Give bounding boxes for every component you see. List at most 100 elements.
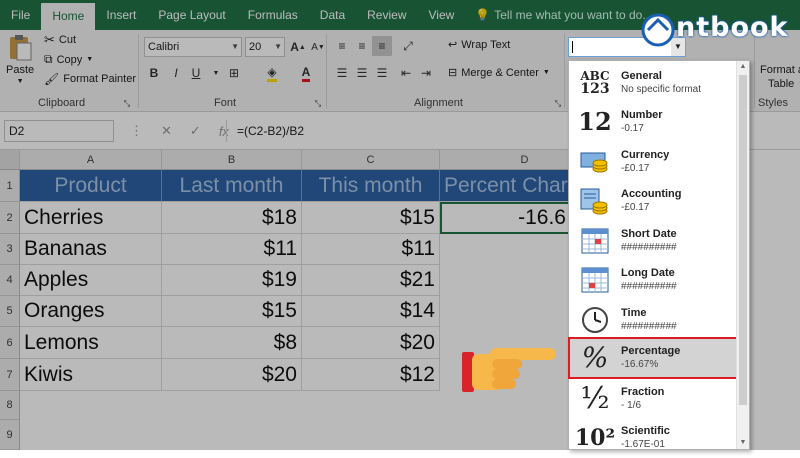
table-cell[interactable]: $20 [302,327,440,359]
select-all-corner[interactable] [0,150,20,170]
orientation-icon[interactable]: ⤢ [398,36,418,56]
chevron-down-icon: ▼ [274,42,282,51]
table-cell[interactable]: $11 [302,234,440,265]
table-cell[interactable]: $12 [302,359,440,391]
menu-item-currency[interactable]: Currency -£0.17 [569,142,737,182]
text-caret [572,41,573,53]
table-cell[interactable]: Apples [20,265,162,296]
column-header[interactable]: C [302,150,440,170]
format-as-table-button[interactable]: Format a [760,64,800,76]
row-header[interactable]: 5 [0,296,20,327]
tab-file[interactable]: File [0,0,41,30]
align-right-icon[interactable]: ☰ [372,63,392,83]
table-cell[interactable]: $21 [302,265,440,296]
tab-insert[interactable]: Insert [95,0,147,30]
row-header[interactable]: 3 [0,234,20,265]
table-cell[interactable]: $14 [302,296,440,327]
clipboard-group-label: Clipboard [38,97,86,109]
wrap-icon: ↩ [448,39,458,51]
column-header[interactable]: A [20,150,162,170]
align-middle-icon[interactable]: ≡ [352,36,372,56]
wrap-text-button[interactable]: ↩ Wrap Text [448,38,510,52]
font-name-select[interactable]: Calibri ▼ [144,37,242,57]
table-cell[interactable]: Oranges [20,296,162,327]
menu-item-accounting[interactable]: Accounting -£0.17 [569,181,737,221]
chevron-down-icon[interactable]: ▼ [206,63,226,83]
tab-home[interactable]: Home [41,3,96,30]
tab-page-layout[interactable]: Page Layout [147,0,236,30]
fill-color-icon[interactable]: ◈ [262,63,282,83]
row-header[interactable]: 2 [0,202,20,234]
menu-item-scientific[interactable]: 10² Scientific -1.67E-01 [569,418,737,458]
merge-center-button[interactable]: ⊟ Merge & Center ▼ [448,66,550,80]
table-cell[interactable]: $18 [162,202,302,234]
row-header[interactable]: 7 [0,359,20,391]
table-cell[interactable]: $15 [162,296,302,327]
dialog-launcher-icon[interactable]: ⤡ [117,94,137,114]
row-header[interactable]: 1 [0,170,20,202]
lightbulb-icon: 💡 [475,8,491,22]
align-left-icon[interactable]: ☰ [332,63,352,83]
table-cell[interactable]: Cherries [20,202,162,234]
underline-button[interactable]: U [186,63,206,83]
copy-button[interactable]: ⧉ Copy ▼ [44,52,93,67]
font-color-icon[interactable]: A [296,63,316,83]
menu-item-percentage[interactable]: % Percentage -16.67% [568,337,738,379]
font-size-select[interactable]: 20 ▼ [245,37,285,57]
table-cell[interactable]: Lemons [20,327,162,359]
alignment-group-label: Alignment [414,97,463,109]
table-header-cell[interactable]: This month [302,170,440,202]
table-cell[interactable]: $8 [162,327,302,359]
name-box[interactable]: D2 [4,120,114,142]
tab-review[interactable]: Review [356,0,417,30]
menu-item-long-date[interactable]: Long Date ########## [569,260,737,300]
menu-item-fraction[interactable]: ½ Fraction - 1/6 [569,379,737,419]
increase-indent-icon[interactable]: ⇥ [416,63,436,83]
scroll-up-icon[interactable]: ▲ [737,61,749,73]
dialog-launcher-icon[interactable]: ⤡ [308,94,328,114]
row-header[interactable]: 9 [0,420,20,450]
decrease-indent-icon[interactable]: ⇤ [396,63,416,83]
align-top-icon[interactable]: ≡ [332,36,352,56]
table-header-cell[interactable]: Product [20,170,162,202]
table-cell[interactable]: $19 [162,265,302,296]
tab-view[interactable]: View [418,0,466,30]
menu-item-general[interactable]: ABC 123 General No specific format [569,63,737,103]
cut-button[interactable]: ✂ Cut [44,32,76,48]
dialog-launcher-icon[interactable]: ⤡ [548,94,568,114]
shrink-font-icon[interactable]: A ▼ [308,37,328,57]
menu-item-time[interactable]: Time ########## [569,300,737,340]
table-cell[interactable]: $15 [302,202,440,234]
menu-item-number[interactable]: 12 Number -0.17 [569,102,737,142]
format-painter-button[interactable]: 🖌 Format Painter [44,72,136,86]
tab-formulas[interactable]: Formulas [237,0,309,30]
row-header[interactable]: 6 [0,327,20,359]
borders-icon[interactable]: ⊞ [224,63,244,83]
align-bottom-icon[interactable]: ≡ [372,36,392,56]
table-cell[interactable]: $20 [162,359,302,391]
bold-button[interactable]: B [144,63,164,83]
row-header[interactable]: 4 [0,265,20,296]
paste-icon [10,35,32,61]
table-cell[interactable]: Kiwis [20,359,162,391]
cancel-icon[interactable]: ✕ [161,123,172,139]
table-cell[interactable]: $11 [162,234,302,265]
enter-icon[interactable]: ✓ [190,123,201,139]
row-header[interactable]: 8 [0,391,20,420]
grow-font-icon[interactable]: A ▲ [288,37,308,57]
column-header[interactable]: B [162,150,302,170]
scroll-down-icon[interactable]: ▼ [737,437,749,449]
menu-item-short-date[interactable]: Short Date ########## [569,221,737,261]
tab-data[interactable]: Data [309,0,356,30]
chevron-down-icon: ▼ [231,42,239,51]
scrollbar-thumb[interactable] [739,75,747,405]
formula-bar-icons: ⋮ ✕ ✓ fx [130,120,229,142]
paste-button[interactable]: Paste ▼ [6,34,34,85]
tell-me-box[interactable]: 💡 Tell me what you want to do... [465,0,652,30]
scissors-icon: ✂ [44,32,55,47]
italic-button[interactable]: I [166,63,186,83]
table-cell[interactable]: Bananas [20,234,162,265]
align-center-icon[interactable]: ☰ [352,63,372,83]
dropdown-scrollbar[interactable]: ▲ ▼ [736,61,749,449]
table-header-cell[interactable]: Last month [162,170,302,202]
